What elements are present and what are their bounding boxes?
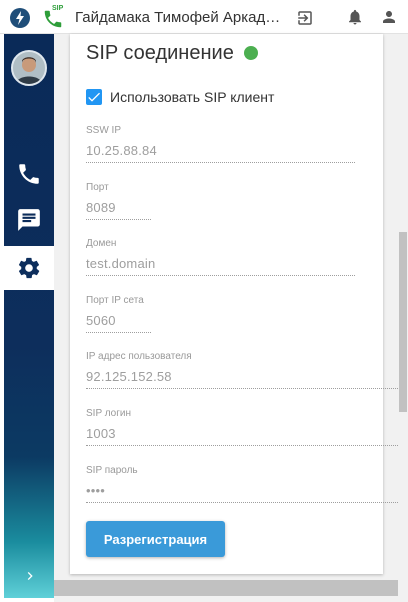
title-bar: SIP Гайдамака Тимофей Аркадьевич xyxy=(0,0,408,34)
domain-field[interactable]: test.domain xyxy=(86,256,355,276)
unregister-button[interactable]: Разрегистрация xyxy=(86,521,225,557)
chat-icon xyxy=(18,209,40,231)
app-logo-icon xyxy=(10,8,30,28)
use-sip-label: Использовать SIP клиент xyxy=(110,89,275,105)
page-title: SIP соединение xyxy=(86,42,234,64)
sidebar-item-settings[interactable] xyxy=(4,246,54,290)
sidebar xyxy=(4,34,54,598)
port-label: Порт xyxy=(86,182,109,193)
avatar[interactable] xyxy=(11,50,47,86)
user-ip-label: IP адрес пользователя xyxy=(86,351,192,362)
sip-badge: SIP xyxy=(52,5,64,12)
horizontal-scrollbar-thumb[interactable] xyxy=(54,580,398,596)
sidebar-item-calls[interactable] xyxy=(4,152,54,196)
ssw-ip-label: SSW IP xyxy=(86,125,122,136)
sip-login-field[interactable]: 1003 xyxy=(86,426,400,446)
use-sip-checkbox[interactable] xyxy=(86,89,102,105)
vertical-scrollbar-thumb[interactable] xyxy=(399,232,407,412)
bell-icon[interactable] xyxy=(346,8,364,26)
sip-settings-card: SIP соединение Использовать SIP клиент S… xyxy=(70,34,400,574)
connection-status-indicator xyxy=(244,46,258,60)
port-field[interactable]: 8089 xyxy=(86,200,151,220)
ssw-ip-field[interactable]: 10.25.88.84 xyxy=(86,143,355,163)
user-icon[interactable] xyxy=(380,8,398,26)
sip-login-label: SIP логин xyxy=(86,408,131,419)
user-name: Гайдамака Тимофей Аркадьевич xyxy=(75,9,285,26)
sip-phone-icon[interactable]: SIP xyxy=(42,5,66,28)
user-ip-field[interactable]: 92.125.152.58 xyxy=(86,369,400,389)
net-port-field[interactable]: 5060 xyxy=(86,313,151,333)
phone-icon xyxy=(19,164,39,184)
content-area: SIP соединение Использовать SIP клиент S… xyxy=(54,34,408,602)
sip-password-field[interactable]: •••• xyxy=(86,483,400,503)
chevron-right-icon[interactable] xyxy=(22,568,38,584)
gear-icon xyxy=(18,257,40,279)
domain-label: Домен xyxy=(86,238,117,249)
sidebar-item-chat[interactable] xyxy=(4,198,54,242)
sip-password-label: SIP пароль xyxy=(86,465,138,476)
net-port-label: Порт IP сета xyxy=(86,295,144,306)
logout-icon[interactable] xyxy=(296,9,314,27)
